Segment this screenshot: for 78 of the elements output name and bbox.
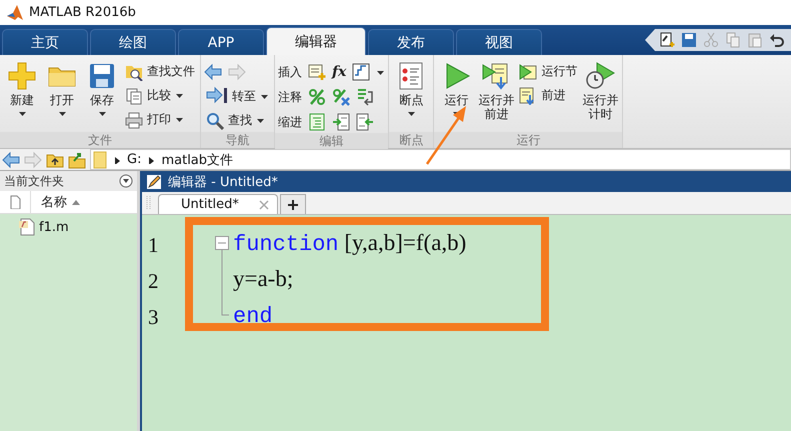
window-title: MATLAB R2016b <box>29 5 136 20</box>
row-label: 插入 <box>278 64 302 80</box>
folder-icon <box>93 150 107 168</box>
code-line[interactable]: end <box>233 302 273 328</box>
toolbar-button[interactable]: 断点 <box>392 59 430 132</box>
path-segment[interactable]: G: <box>127 152 142 167</box>
comment-icon[interactable] <box>308 88 326 106</box>
function-file-icon <box>18 218 36 236</box>
editor-icon <box>146 174 162 190</box>
back-arrow-icon[interactable] <box>2 150 20 168</box>
toolbar-button[interactable]: 打印 <box>123 109 197 130</box>
outdent-icon[interactable] <box>356 113 374 131</box>
smart-indent-icon[interactable] <box>308 113 326 131</box>
grip-icon <box>146 195 152 211</box>
wrap-comment-icon[interactable] <box>356 88 374 106</box>
toolbar-button[interactable]: 打开 <box>43 59 81 132</box>
toolbar-button[interactable]: 运行并前进 <box>477 59 516 132</box>
toolbar-button[interactable]: 运行 <box>437 59 476 132</box>
toolbar-button[interactable]: 保存 <box>83 59 121 132</box>
uncomment-icon[interactable] <box>332 88 350 106</box>
code-fold-drawing[interactable] <box>215 236 229 318</box>
search-icon <box>206 112 224 130</box>
new-tab-button[interactable] <box>280 194 306 214</box>
group-label: 运行 <box>434 132 622 148</box>
run-section-icon <box>519 62 538 80</box>
editor-title: 编辑器 - Untitled* <box>168 174 278 190</box>
toolbar-button[interactable]: 运行节 <box>517 61 580 82</box>
toolbar-button[interactable]: 查找 <box>204 110 271 131</box>
line-number: 2 <box>147 268 160 295</box>
toolbar-button[interactable]: 查找文件 <box>123 61 197 82</box>
toolbar-button[interactable]: 前进 <box>517 85 580 106</box>
close-icon[interactable] <box>258 200 269 210</box>
separator-arrow-icon <box>147 156 156 164</box>
indent-icon[interactable] <box>332 113 350 131</box>
path-segment[interactable]: matlab文件 <box>161 150 234 168</box>
address-field[interactable]: G: matlab文件 <box>90 149 791 170</box>
column-header[interactable]: 名称 <box>41 193 67 211</box>
panel-menu-icon[interactable] <box>119 174 133 188</box>
group-label: 导航 <box>201 132 274 148</box>
group-label: 断点 <box>389 132 434 148</box>
toolbar-button[interactable]: 新建 <box>3 59 41 132</box>
paste-icon[interactable] <box>747 32 763 48</box>
code-line[interactable]: function [y,a,b]=f(a,b) <box>233 230 466 256</box>
plus-icon <box>286 198 299 210</box>
row-label: 注释 <box>278 88 302 106</box>
toolbar-button[interactable]: 运行并计时 <box>581 59 620 132</box>
printer-icon <box>125 110 143 128</box>
app-logo-icon <box>6 4 24 22</box>
line-number: 1 <box>147 232 160 259</box>
ribbon-tab[interactable]: 主页 <box>2 29 88 55</box>
ribbon-tab[interactable]: 绘图 <box>90 29 176 55</box>
code-line[interactable]: y=a-b; <box>233 266 294 292</box>
line-number: 3 <box>147 304 160 331</box>
ribbon-tab[interactable]: 发布 <box>368 29 454 55</box>
undo-icon[interactable] <box>769 32 785 48</box>
ribbon-tab[interactable]: 视图 <box>456 29 542 55</box>
stopwatch-play-icon <box>585 61 616 91</box>
toolbar-button[interactable]: 比较 <box>123 85 197 106</box>
browse-folder-icon[interactable] <box>68 150 86 168</box>
group-label: 文件 <box>0 132 200 148</box>
plus-icon <box>7 61 37 91</box>
compare-icon <box>125 86 143 104</box>
back-arrow-icon[interactable] <box>204 63 222 81</box>
panel-title: 当前文件夹 <box>4 172 64 190</box>
ribbon-tab[interactable]: 编辑器 <box>266 27 366 55</box>
toolbar-button[interactable]: 转至 <box>204 86 271 107</box>
group-label: 编辑 <box>275 133 388 149</box>
row-label: 缩进 <box>278 114 302 130</box>
function-icon[interactable]: fx <box>332 64 346 80</box>
save-icon[interactable] <box>681 32 697 48</box>
file-name[interactable]: f1.m <box>39 220 69 234</box>
new-document-icon[interactable] <box>659 32 675 48</box>
file-tab[interactable]: Untitled* <box>158 194 278 214</box>
ribbon-tab[interactable]: APP <box>178 29 264 55</box>
insert-text-icon[interactable] <box>308 63 326 81</box>
function-step-icon[interactable] <box>352 63 370 81</box>
separator-arrow-icon <box>113 156 121 164</box>
file-type-icon <box>8 195 22 209</box>
